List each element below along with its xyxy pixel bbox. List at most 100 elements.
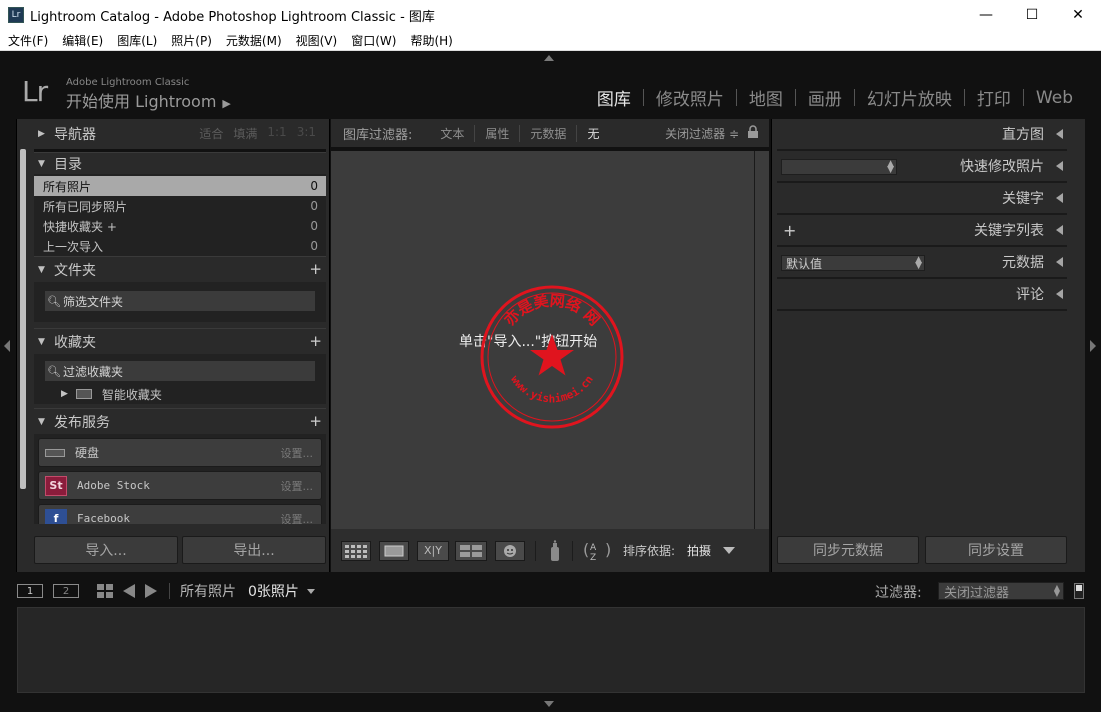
navigator-3to1[interactable]: 3:1	[297, 125, 316, 142]
export-button[interactable]: 导出...	[182, 536, 326, 564]
library-toolbar: X|Y ( A Z ) 排序依据: 拍摄	[331, 529, 769, 572]
forward-arrow-icon[interactable]	[145, 584, 157, 598]
navigator-header[interactable]: ▶ 导航器 适合 填满 1:1 3:1	[34, 119, 326, 149]
add-publish-service-icon[interactable]: +	[309, 412, 322, 430]
sort-direction-icon[interactable]: ( A Z )	[581, 540, 613, 562]
painter-spray-can-icon[interactable]	[548, 539, 562, 562]
spinner-icon: ▲ ▼	[1053, 583, 1060, 598]
module-develop[interactable]: 修改照片	[644, 85, 736, 110]
collections-header[interactable]: ▼ 收藏夹 +	[34, 328, 326, 354]
add-collection-icon[interactable]: +	[309, 332, 322, 350]
menu-window[interactable]: 窗口(W)	[344, 32, 403, 49]
filmstrip-photo-count[interactable]: 0张照片	[248, 581, 299, 601]
grid-view[interactable]: 单击"导入..."按钮开始 亦是美网络 网 www.yishimei.cn	[331, 149, 769, 531]
menu-edit[interactable]: 编辑(E)	[55, 32, 110, 49]
module-web[interactable]: Web	[1024, 88, 1085, 108]
chevron-down-icon[interactable]	[306, 588, 315, 594]
filter-preset-dropdown[interactable]: 关闭过滤器 ≑	[665, 125, 739, 142]
maximize-button[interactable]: ☐	[1009, 0, 1055, 30]
publish-service-harddrive[interactable]: 硬盘 设置...	[38, 438, 322, 467]
navigator-fit[interactable]: 适合	[199, 125, 223, 142]
catalog-header[interactable]: ▼ 目录	[34, 152, 326, 174]
identity-plate[interactable]: 开始使用 Lightroom ▶	[66, 88, 231, 112]
catalog-item-quick-collection[interactable]: 快捷收藏夹 + 0	[34, 216, 326, 236]
menu-library[interactable]: 图库(L)	[110, 32, 164, 49]
add-folder-icon[interactable]: +	[309, 260, 322, 278]
back-arrow-icon[interactable]	[123, 584, 135, 598]
grid-view-icon[interactable]	[341, 540, 371, 561]
publish-service-facebook[interactable]: f Facebook 设置...	[38, 504, 322, 524]
filter-metadata[interactable]: 元数据	[519, 124, 576, 142]
filmstrip[interactable]	[17, 607, 1085, 693]
grid-scrollbar[interactable]	[754, 151, 755, 531]
panel-title: 元数据	[1002, 255, 1044, 271]
quick-develop-header[interactable]: ▲ ▼ 快速修改照片	[777, 151, 1067, 183]
menu-file[interactable]: 文件(F)	[0, 32, 55, 49]
top-panel-toggle-icon[interactable]	[544, 55, 554, 61]
smart-collections-set[interactable]: ▶ 智能收藏夹	[34, 384, 326, 404]
folders-header[interactable]: ▼ 文件夹 +	[34, 256, 326, 282]
close-button[interactable]: ✕	[1055, 0, 1101, 30]
import-button[interactable]: 导入...	[34, 536, 178, 564]
grid-icon[interactable]	[97, 584, 113, 598]
module-picker: 图库 修改照片 地图 画册 幻灯片放映 打印 Web	[585, 85, 1085, 111]
main-window-button[interactable]: 1	[17, 584, 43, 598]
menu-photo[interactable]: 照片(P)	[164, 32, 219, 49]
filter-none[interactable]: 无	[576, 124, 609, 142]
menu-metadata[interactable]: 元数据(M)	[219, 32, 289, 49]
navigator-1to1[interactable]: 1:1	[267, 125, 286, 142]
filter-text[interactable]: 文本	[430, 125, 474, 142]
module-library[interactable]: 图库	[585, 85, 643, 110]
filmstrip-source[interactable]: 所有照片	[180, 581, 236, 601]
catalog-item-synced[interactable]: 所有已同步照片 0	[34, 196, 326, 216]
setup-button[interactable]: 设置...	[281, 478, 314, 494]
minimize-button[interactable]: —	[963, 0, 1009, 30]
module-book[interactable]: 画册	[796, 85, 854, 110]
comments-header[interactable]: 评论	[777, 279, 1067, 311]
catalog-item-all-photos[interactable]: 所有照片 0	[34, 176, 326, 196]
metadata-header[interactable]: 默认值 ▲ ▼ 元数据	[777, 247, 1067, 279]
module-map[interactable]: 地图	[737, 85, 795, 110]
setup-button[interactable]: 设置...	[281, 445, 314, 461]
menu-help[interactable]: 帮助(H)	[403, 32, 459, 49]
collection-filter-input[interactable]: 🔍︎ 过滤收藏夹	[44, 360, 316, 382]
loupe-view-icon[interactable]	[379, 540, 409, 561]
add-keyword-icon[interactable]: +	[783, 221, 796, 240]
filter-attribute[interactable]: 属性	[474, 124, 519, 142]
panel-title: 关键字	[1002, 191, 1044, 207]
module-slideshow[interactable]: 幻灯片放映	[855, 85, 964, 110]
library-filter-bar: 图库过滤器: 文本 属性 元数据 无 关闭过滤器 ≑	[331, 119, 769, 147]
filmstrip-filter-dropdown[interactable]: 关闭过滤器 ▲ ▼	[938, 582, 1064, 601]
left-panel-scrollbar[interactable]	[20, 149, 26, 489]
secondary-window-button[interactable]: 2	[53, 584, 79, 598]
filmstrip-filter-label: 过滤器:	[875, 585, 922, 601]
navigator-fill[interactable]: 填满	[233, 125, 257, 142]
keyword-list-header[interactable]: + 关键字列表	[777, 215, 1067, 247]
lock-icon[interactable]	[747, 125, 759, 139]
sort-order-value[interactable]: 拍摄	[687, 542, 711, 559]
publish-header[interactable]: ▼ 发布服务 +	[34, 408, 326, 434]
sync-settings-button[interactable]: 同步设置	[925, 536, 1067, 564]
module-print[interactable]: 打印	[965, 85, 1023, 110]
left-panel-toggle-icon[interactable]	[4, 340, 10, 352]
menu-view[interactable]: 视图(V)	[289, 32, 345, 49]
sync-metadata-button[interactable]: 同步元数据	[777, 536, 919, 564]
publish-service-adobe-stock[interactable]: St Adobe Stock 设置...	[38, 471, 322, 500]
toolbar-content-dropdown-icon[interactable]	[723, 547, 736, 554]
publish-title: 发布服务	[54, 414, 110, 431]
metadata-preset-dropdown[interactable]: 默认值 ▲ ▼	[781, 255, 925, 271]
survey-view-icon[interactable]	[455, 540, 487, 561]
expand-triangle-icon	[1056, 129, 1063, 139]
filter-lock-toggle[interactable]	[1074, 583, 1084, 599]
folder-filter-input[interactable]: 🔍︎ 筛选文件夹	[44, 290, 316, 312]
catalog-item-previous-import[interactable]: 上一次导入 0	[34, 236, 326, 256]
filmstrip-toggle-icon[interactable]	[544, 701, 554, 707]
quick-develop-preset-dropdown[interactable]: ▲ ▼	[781, 159, 897, 175]
keywording-header[interactable]: 关键字	[777, 183, 1067, 215]
people-view-icon[interactable]	[495, 540, 525, 561]
compare-view-icon[interactable]: X|Y	[417, 540, 449, 561]
right-panel-toggle-icon[interactable]	[1090, 340, 1096, 352]
hard-drive-icon	[45, 448, 65, 457]
histogram-header[interactable]: 直方图	[777, 119, 1067, 151]
setup-button[interactable]: 设置...	[281, 511, 314, 525]
